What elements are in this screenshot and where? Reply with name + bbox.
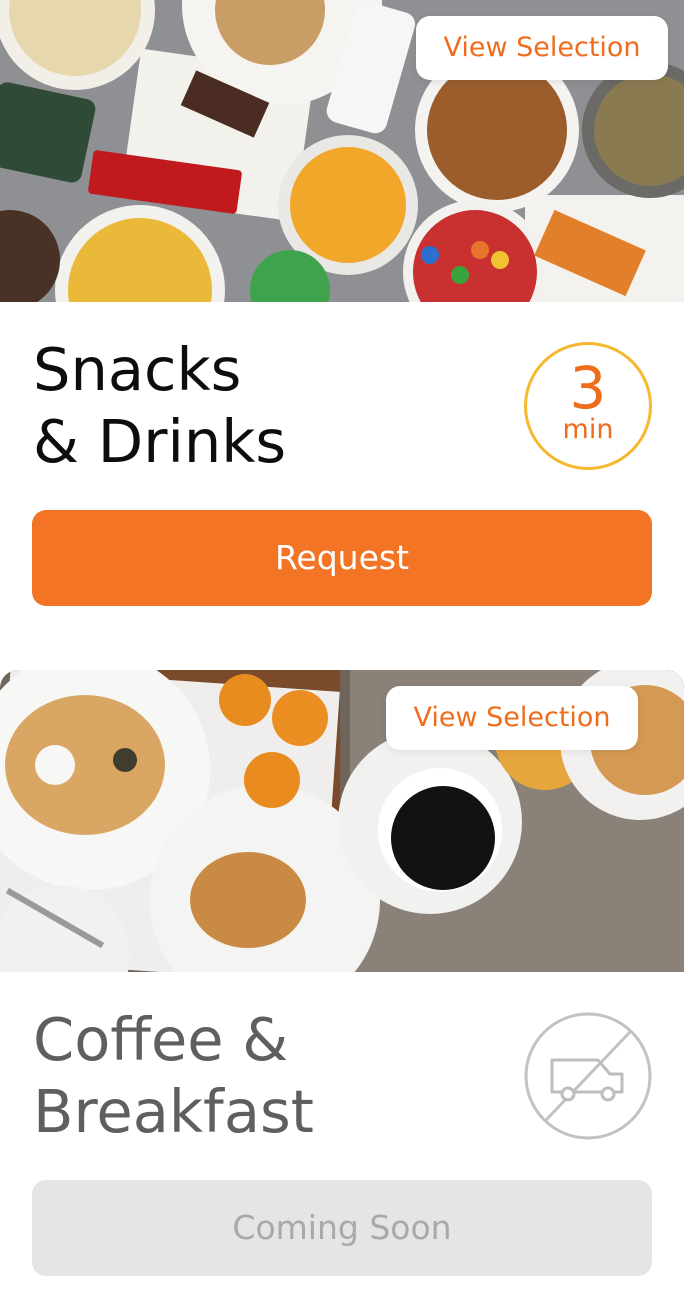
request-button[interactable]: Request	[32, 510, 652, 606]
card-title-line-2: Breakfast	[33, 1077, 314, 1146]
no-delivery-van-icon	[524, 1012, 652, 1140]
view-selection-button[interactable]: View Selection	[386, 686, 638, 750]
eta-unit: min	[562, 414, 614, 445]
view-selection-button[interactable]: View Selection	[416, 16, 668, 80]
eta-value: 3	[569, 354, 607, 422]
breakfast-photo: View Selection	[0, 670, 684, 972]
card-title: Coffee & Breakfast	[33, 1004, 314, 1148]
coffee-breakfast-card: View Selection Coffee & Breakfast Coming…	[0, 670, 684, 1276]
eta-badge: 3 min	[524, 342, 652, 470]
snacks-drinks-card: View Selection Snacks & Drinks 3 min Req…	[0, 0, 684, 606]
coming-soon-button: Coming Soon	[32, 1180, 652, 1276]
card-title-line-1: Snacks	[33, 335, 242, 404]
snacks-photo: View Selection	[0, 0, 684, 302]
card-title-line-1: Coffee &	[33, 1005, 289, 1074]
card-title: Snacks & Drinks	[33, 334, 286, 478]
card-title-line-2: & Drinks	[33, 407, 287, 476]
